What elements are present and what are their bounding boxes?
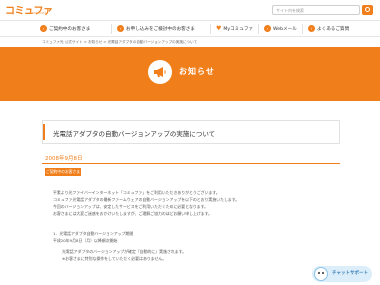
chevron-right-icon: ›: [308, 25, 315, 32]
page-title: お知らせ: [179, 67, 215, 76]
nav-label: お申し込みをご検討中のお客さま: [126, 27, 195, 32]
chat-support-button[interactable]: チャットサポート: [312, 266, 372, 282]
article-title-box: 光電話アダプタの自動バージョンアップの実施について: [42, 120, 340, 144]
nav-label: Webメール: [273, 27, 297, 32]
article-body-line: 今回のバージョンアップは、安定したサービスをご利用いただくために必要となります。: [53, 204, 209, 209]
nav-item-faq[interactable]: › よくあるご質問: [308, 25, 349, 34]
site-header: コミュファ commufa サイト内を検索: [0, 0, 380, 20]
chatbot-label: チャットサポート: [332, 271, 368, 276]
nav-label: ご契約中のお客さま: [49, 27, 91, 32]
nav-label: よくあるご質問: [317, 27, 350, 32]
article-body-line: コミュファ光電話アダプタの最新ファームウェアの自動バージョンアップを以下のとおり…: [53, 197, 240, 202]
site-logo-sub: commufa: [30, 11, 47, 15]
nav-divider: [258, 24, 259, 34]
chevron-right-icon: ›: [40, 25, 47, 32]
article-body-line: 光電話アダプタのバージョンアップが確定『自動的に』実施されます。: [62, 249, 187, 254]
nav-divider: [210, 24, 211, 34]
nav-item-current-customers[interactable]: › ご契約中のお客さま: [40, 25, 90, 34]
global-nav: › ご契約中のお客さま › お申し込みをご検討中のお客さま ♥ Myコミュファ › We…: [0, 20, 380, 37]
chevron-right-icon: ›: [117, 25, 124, 32]
nav-item-my-commufa[interactable]: ♥ Myコミュファ: [216, 25, 253, 34]
chevron-right-icon: ›: [264, 25, 271, 32]
nav-item-webmail[interactable]: › Webメール: [264, 25, 297, 34]
nav-divider: [111, 24, 112, 34]
article-body-line: 平成20年9月8日（月）以降順次開始: [53, 238, 118, 243]
article-body-line: お客さまには大変ご迷惑をおかけいたしますが、ご理解ご協力のほどお願い申し上げます…: [53, 211, 213, 216]
category-badge: ご契約中のお客さま: [45, 168, 81, 176]
article-date: 2008年9月8日: [45, 156, 83, 162]
article-body-line: 1．光電話アダプタ自動バージョンアップ期間: [53, 231, 134, 236]
article-title: 光電話アダプタの自動バージョンアップの実施について: [53, 130, 216, 138]
nav-item-prospective-customers[interactable]: › お申し込みをご検討中のお客さま: [117, 25, 195, 34]
breadcrumb[interactable]: コミュファ光 公式サイト > お知らせ > 光電話アダプタの自動バージョンアップ…: [42, 40, 197, 45]
divider: [42, 163, 340, 164]
megaphone-icon: [148, 60, 172, 84]
nav-divider: [302, 24, 303, 34]
search-icon[interactable]: [362, 5, 373, 15]
search-input[interactable]: サイト内を検索: [272, 5, 360, 15]
article-body-line: 平素より光ファイバーインターネット「コミュファ」をご利用いただきありがとうござい…: [53, 190, 220, 195]
heart-icon: ♥: [216, 25, 222, 32]
nav-label: Myコミュファ: [223, 27, 254, 32]
chatbot-icon: [314, 267, 328, 281]
article-body-line: ※お客さまに特別な操作をしていただく必要はありません。: [62, 256, 167, 261]
